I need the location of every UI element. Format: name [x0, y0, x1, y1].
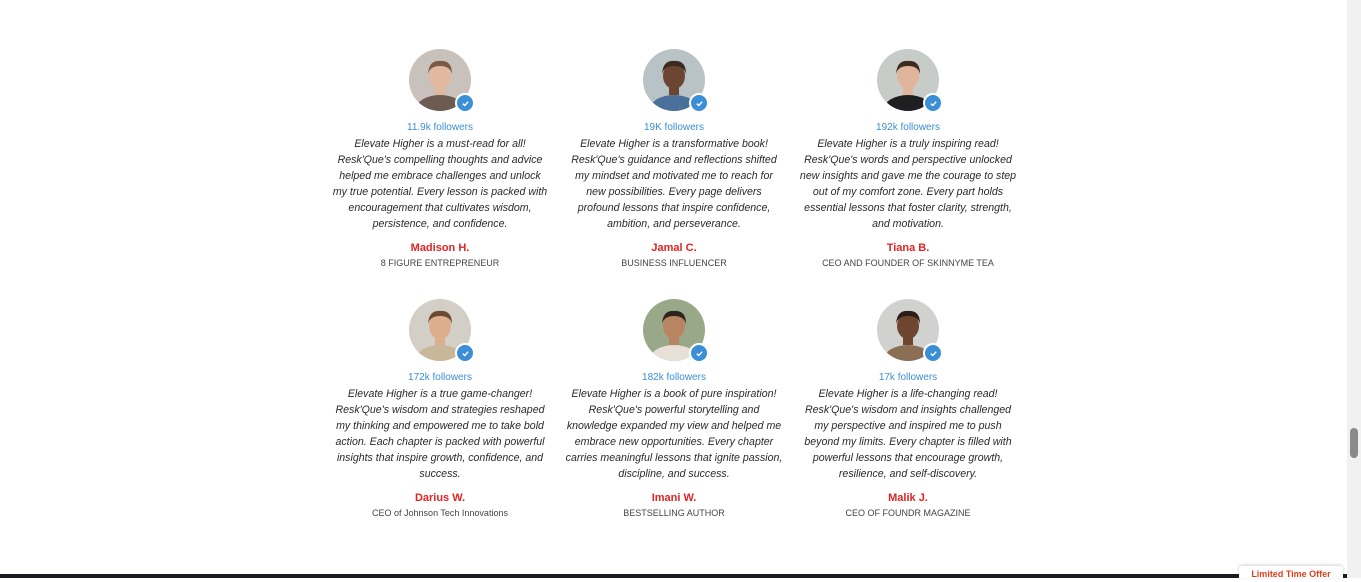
reviewer-name: Darius W.: [414, 492, 466, 504]
testimonial-card: 192k followers Elevate Higher is a truly…: [791, 49, 1025, 285]
testimonial-card: 19K followers Elevate Higher is a transf…: [557, 49, 791, 285]
verified-check-icon: [455, 343, 475, 363]
testimonial-quote: Elevate Higher is a transformative book!…: [571, 138, 777, 230]
reviewer-role: BUSINESS INFLUENCER: [621, 258, 727, 268]
reviewer-role: CEO AND FOUNDER OF SKINNYME TEA: [822, 258, 994, 268]
followers-count: 182k followers: [642, 372, 706, 383]
avatar-wrap: [877, 299, 943, 363]
testimonial-card: 17k followers Elevate Higher is a life-c…: [791, 299, 1025, 535]
reviewer-name: Malik J.: [888, 492, 928, 504]
reviewer-name: Madison H.: [410, 242, 470, 254]
followers-count: 172k followers: [408, 372, 472, 383]
testimonial-quote: Elevate Higher is a truly inspiring read…: [799, 138, 1017, 230]
reviewer-name: Tiana B.: [886, 242, 930, 254]
verified-check-icon: [689, 343, 709, 363]
reviewer-role: 8 FIGURE ENTREPRENEUR: [380, 258, 500, 268]
limited-time-offer-tab[interactable]: Limited Time Offer: [1239, 566, 1343, 579]
verified-check-icon: [923, 93, 943, 113]
scrollbar-thumb[interactable]: [1350, 428, 1358, 458]
followers-count: 19K followers: [643, 122, 705, 133]
avatar-wrap: [409, 299, 475, 363]
testimonial-quote: Elevate Higher is a must-read for all! R…: [332, 138, 548, 230]
reviewer-role: BESTSELLING AUTHOR: [623, 508, 725, 518]
followers-count: 17k followers: [878, 372, 938, 383]
reviewer-name: Imani W.: [651, 492, 697, 504]
testimonial-quote: Elevate Higher is a book of pure inspira…: [565, 388, 783, 480]
scrollbar[interactable]: [1347, 0, 1361, 578]
verified-check-icon: [455, 93, 475, 113]
verified-check-icon: [689, 93, 709, 113]
avatar-wrap: [643, 49, 709, 113]
reviewer-role: CEO OF FOUNDR MAGAZINE: [845, 508, 971, 518]
testimonial-quote: Elevate Higher is a true game-changer! R…: [335, 388, 545, 480]
reviewer-name: Jamal C.: [651, 242, 697, 254]
testimonial-quote: Elevate Higher is a life-changing read! …: [804, 388, 1012, 480]
testimonials-grid: 11.9k followers Elevate Higher is a must…: [323, 49, 1027, 535]
reviewer-role: CEO of Johnson Tech Innovations: [372, 508, 508, 518]
followers-count: 11.9k followers: [407, 122, 473, 133]
avatar-wrap: [409, 49, 475, 113]
testimonial-card: 11.9k followers Elevate Higher is a must…: [323, 49, 557, 285]
avatar-wrap: [877, 49, 943, 113]
footer-bar: [0, 574, 1347, 578]
testimonial-card: 172k followers Elevate Higher is a true …: [323, 299, 557, 535]
avatar-wrap: [643, 299, 709, 363]
followers-count: 192k followers: [876, 122, 940, 133]
verified-check-icon: [923, 343, 943, 363]
testimonial-card: 182k followers Elevate Higher is a book …: [557, 299, 791, 535]
